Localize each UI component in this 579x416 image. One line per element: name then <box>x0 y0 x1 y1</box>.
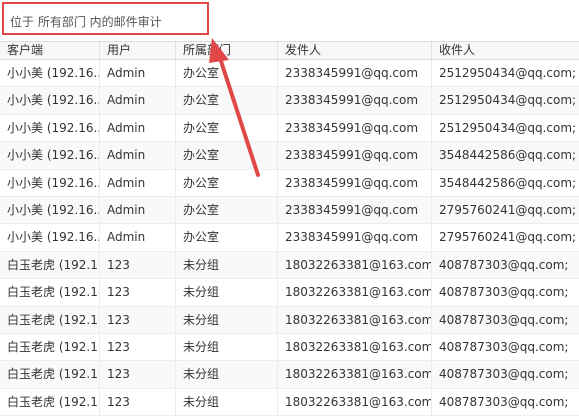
cell-client: 小小美 (192.16... <box>0 169 100 196</box>
cell-department: 办公室 <box>176 224 278 251</box>
table-header: 客户端 用户 所属部门 发件人 收件人 <box>0 41 579 60</box>
cell-sender: 2338345991@qq.com <box>278 60 432 87</box>
cell-client: 白玉老虎 (192.1... <box>0 279 100 306</box>
cell-client: 小小美 (192.16... <box>0 142 100 169</box>
cell-recipient: 408787303@qq.com; <box>439 367 569 382</box>
cell-department: 办公室 <box>176 87 278 114</box>
column-header-department[interactable]: 所属部门 <box>176 42 278 59</box>
cell-user: Admin <box>100 60 176 87</box>
cell-recipient: 408787303@qq.com; <box>439 285 569 300</box>
cell-user: Admin <box>100 224 176 251</box>
table-row[interactable]: 小小美 (192.16... Admin 办公室 2338345991@qq.com 2… <box>0 114 579 143</box>
cell-recipient: 2512950434@qq.com; <box>439 93 577 108</box>
mail-audit-table: 客户端 用户 所属部门 发件人 收件人 小小美 (192.16... Admin 办… <box>0 41 579 416</box>
highlight-box <box>2 2 209 35</box>
cell-sender: 18032263381@163.com <box>278 388 432 416</box>
table-row[interactable]: 小小美 (192.16... Admin 办公室 2338345991@qq.com 2… <box>0 87 579 115</box>
table-body: 小小美 (192.16... Admin 办公室 2338345991@qq.com 2… <box>0 60 579 416</box>
column-header-user[interactable]: 用户 <box>100 42 176 59</box>
cell-user: Admin <box>100 142 176 169</box>
cell-recipient: 408787303@qq.com; <box>439 394 569 409</box>
table-row[interactable]: 白玉老虎 (192.1... 123 未分组 18032263381@163.com 4… <box>0 251 579 280</box>
cell-user: 123 <box>100 361 176 388</box>
cell-sender: 2338345991@qq.com <box>278 114 432 142</box>
cell-user: Admin <box>100 196 176 224</box>
cell-client: 小小美 (192.16... <box>0 87 100 114</box>
cell-sender: 2338345991@qq.com <box>278 87 432 114</box>
cell-recipient: 2512950434@qq.com; <box>439 66 577 80</box>
cell-department: 办公室 <box>176 60 278 87</box>
cell-user: 123 <box>100 388 176 416</box>
cell-department: 未分组 <box>176 306 278 333</box>
cell-client: 小小美 (192.16... <box>0 224 100 251</box>
table-row[interactable]: 白玉老虎 (192.1... 123 未分组 18032263381@163.com 4… <box>0 361 579 389</box>
cell-recipient: 408787303@qq.com; <box>439 339 569 354</box>
cell-sender: 2338345991@qq.com <box>278 196 432 224</box>
cell-department: 未分组 <box>176 333 278 361</box>
cell-recipient: 2795760241@qq.com; <box>439 202 577 217</box>
cell-client: 小小美 (192.16... <box>0 196 100 224</box>
cell-sender: 18032263381@163.com <box>278 361 432 388</box>
table-row[interactable]: 小小美 (192.16... Admin 办公室 2338345991@qq.com 2… <box>0 224 579 252</box>
table-row[interactable]: 小小美 (192.16... Admin 办公室 2338345991@qq.com 3… <box>0 169 579 197</box>
cell-sender: 18032263381@163.com <box>278 333 432 361</box>
table-row[interactable]: 小小美 (192.16... Admin 办公室 2338345991@qq.com 2… <box>0 60 579 88</box>
cell-user: 123 <box>100 279 176 306</box>
cell-sender: 18032263381@163.com <box>278 251 432 279</box>
cell-client: 白玉老虎 (192.1... <box>0 333 100 361</box>
cell-sender: 18032263381@163.com <box>278 279 432 306</box>
table-row[interactable]: 白玉老虎 (192.1... 123 未分组 18032263381@163.com 4… <box>0 306 579 334</box>
cell-user: Admin <box>100 114 176 142</box>
cell-client: 小小美 (192.16... <box>0 60 100 87</box>
cell-sender: 2338345991@qq.com <box>278 169 432 196</box>
column-header-recipient[interactable]: 收件人 <box>432 42 579 59</box>
cell-user: Admin <box>100 169 176 196</box>
cell-department: 办公室 <box>176 114 278 142</box>
table-row[interactable]: 小小美 (192.16... Admin 办公室 2338345991@qq.com 3… <box>0 142 579 170</box>
cell-user: 123 <box>100 333 176 361</box>
cell-department: 办公室 <box>176 142 278 169</box>
cell-user: Admin <box>100 87 176 114</box>
cell-department: 未分组 <box>176 361 278 388</box>
table-row[interactable]: 白玉老虎 (192.1... 123 未分组 18032263381@163.com 4… <box>0 279 579 307</box>
cell-recipient: 3548442586@qq.com; <box>439 175 577 190</box>
cell-sender: 18032263381@163.com <box>278 306 432 333</box>
cell-recipient: 408787303@qq.com; <box>439 312 569 327</box>
cell-department: 未分组 <box>176 251 278 279</box>
cell-client: 白玉老虎 (192.1... <box>0 251 100 279</box>
table-row[interactable]: 白玉老虎 (192.1... 123 未分组 18032263381@163.com 4… <box>0 333 579 362</box>
cell-sender: 2338345991@qq.com <box>278 224 432 251</box>
cell-department: 办公室 <box>176 196 278 224</box>
cell-client: 白玉老虎 (192.1... <box>0 388 100 416</box>
cell-client: 小小美 (192.16... <box>0 114 100 142</box>
cell-user: 123 <box>100 306 176 333</box>
cell-recipient: 408787303@qq.com; <box>439 257 569 272</box>
column-header-sender[interactable]: 发件人 <box>278 42 432 59</box>
cell-department: 未分组 <box>176 388 278 416</box>
cell-user: 123 <box>100 251 176 279</box>
cell-department: 未分组 <box>176 279 278 306</box>
cell-client: 白玉老虎 (192.1... <box>0 361 100 388</box>
cell-recipient: 3548442586@qq.com; <box>439 148 577 163</box>
cell-sender: 2338345991@qq.com <box>278 142 432 169</box>
cell-recipient: 2512950434@qq.com; <box>439 120 577 135</box>
column-header-client[interactable]: 客户端 <box>0 42 100 59</box>
cell-client: 白玉老虎 (192.1... <box>0 306 100 333</box>
cell-recipient: 2795760241@qq.com; <box>439 230 577 245</box>
cell-department: 办公室 <box>176 169 278 196</box>
table-row[interactable]: 白玉老虎 (192.1... 123 未分组 18032263381@163.com 4… <box>0 388 579 416</box>
table-row[interactable]: 小小美 (192.16... Admin 办公室 2338345991@qq.com 2… <box>0 196 579 225</box>
